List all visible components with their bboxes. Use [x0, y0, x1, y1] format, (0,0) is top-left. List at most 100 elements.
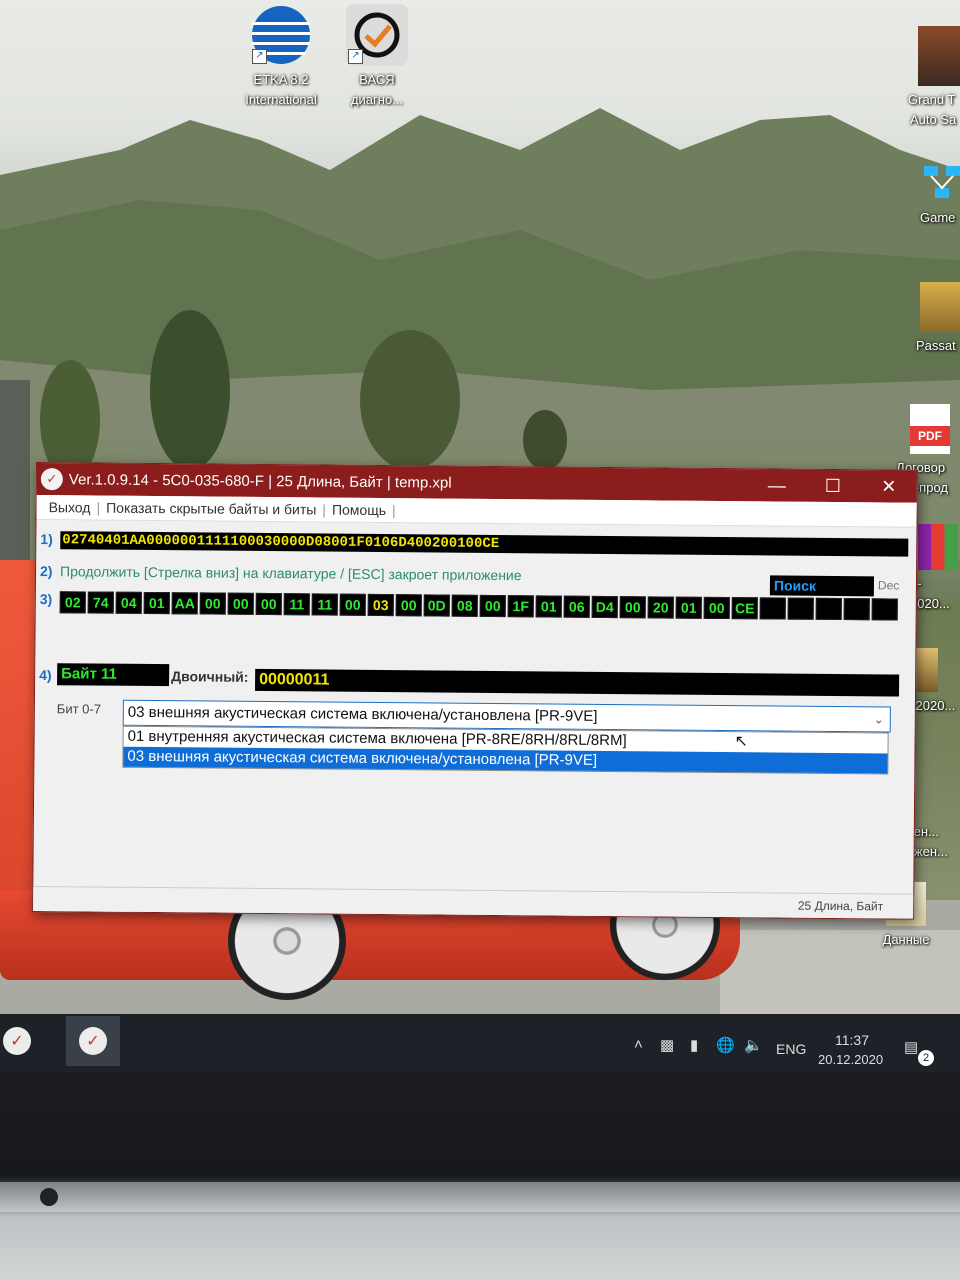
row-number: 3) — [39, 591, 53, 608]
bit-range-label: Бит 0-7 — [56, 701, 102, 717]
taskbar-app-vasya-active[interactable]: ✓ — [66, 1016, 120, 1066]
byte-row: 02 74 04 01 AA 00 00 00 11 11 00 03 00 0D 08 00 1F 01 06 D4… — [59, 591, 898, 621]
byte-cell[interactable]: 08 — [451, 594, 478, 617]
status-text: 25 Длина, Байт — [797, 898, 884, 914]
byte-cell[interactable]: 04 — [115, 591, 142, 614]
byte-cell-empty[interactable] — [759, 597, 786, 620]
taskbar-app-vasya[interactable]: ✓ — [0, 1016, 44, 1066]
pdf-file-icon: PDF — [910, 404, 950, 454]
app-logo-icon: ✓ — [40, 468, 63, 491]
desktop-icon-vasya[interactable]: ↗ ВАСЯ диагно... — [322, 4, 432, 110]
globe-icon: ↗ — [250, 4, 312, 66]
binary-label: Двоичный: — [171, 668, 249, 685]
byte-cell-empty[interactable] — [843, 598, 870, 621]
row-number: 4) — [39, 667, 52, 684]
desktop-icon-label: диагно... — [350, 92, 404, 107]
desktop-icon-label: Auto Sa — [910, 112, 957, 127]
chevron-down-icon[interactable]: ⌄ — [874, 707, 884, 731]
byte-cell[interactable]: 00 — [255, 592, 282, 616]
byte-cell[interactable]: 20 — [647, 596, 674, 619]
byte-cell-empty[interactable] — [787, 597, 814, 620]
shortcut-arrow-icon: ↗ — [252, 49, 267, 64]
vasya-logo-icon: ✓ — [79, 1027, 107, 1055]
byte-cell[interactable]: 11 — [283, 593, 310, 616]
byte-cell[interactable]: 02 — [59, 591, 86, 614]
byte-cell[interactable]: 1F — [507, 595, 534, 618]
byte-cell[interactable]: 00 — [703, 596, 730, 620]
desktop-icon-grand[interactable]: Grand T Auto Sa — [892, 26, 960, 130]
byte-cell[interactable]: 01 — [535, 595, 562, 618]
shortcut-arrow-icon: ↗ — [348, 49, 363, 64]
byte-cell[interactable]: 00 — [199, 592, 226, 615]
notification-count-badge: 2 — [918, 1050, 934, 1066]
clock-date[interactable]: 20.12.2020 — [818, 1052, 883, 1067]
close-button[interactable]: ✕ — [861, 470, 917, 502]
byte-cell[interactable]: 06 — [563, 595, 590, 618]
menu-item-help[interactable]: Помощь — [326, 502, 392, 519]
app-window: ✓ Ver.1.0.9.14 - 5C0-035-680-F | 25 Длин… — [32, 462, 918, 920]
taskbar: ✓ ✓ ˄ ▩ ▮ 🌐 🔈 ENG 11:37 20.12.2020 ▤ 2 — [0, 1014, 960, 1072]
row-number: 2) — [39, 563, 53, 580]
laptop-bezel — [0, 1072, 960, 1280]
dec-label: Dec — [877, 578, 900, 593]
folder-photo-icon — [920, 282, 960, 332]
notification-center-icon[interactable]: ▤ — [904, 1038, 918, 1056]
selected-byte-label: Байт 11 — [57, 663, 170, 687]
dropdown-list: 01 внутренняя акустическая система включ… — [122, 725, 889, 775]
search-input[interactable]: Поиск — [769, 575, 875, 597]
game-cover-icon — [918, 26, 960, 86]
volume-icon[interactable]: 🔈 — [744, 1036, 763, 1054]
byte-cell[interactable]: 00 — [479, 594, 506, 618]
byte-cell[interactable]: 03 — [367, 593, 394, 617]
mouse-cursor-icon: ↖ — [734, 733, 749, 751]
webcam-icon — [40, 1188, 58, 1206]
byte-cell[interactable]: CE — [731, 597, 758, 620]
byte-cell-empty[interactable] — [871, 598, 898, 621]
row-number: 1) — [40, 531, 53, 548]
menu-item-exit[interactable]: Выход — [43, 499, 97, 515]
bit-select-value: 03 внешняя акустическая система включена… — [127, 703, 598, 725]
laptop-hinge — [0, 1182, 960, 1212]
binary-value-field[interactable]: 00000011 — [255, 668, 900, 697]
byte-cell[interactable]: 00 — [395, 594, 422, 617]
show-hidden-icons-chevron-icon[interactable]: ˄ — [634, 1036, 643, 1053]
desktop-icon-game[interactable]: Game — [912, 160, 960, 228]
byte-cell[interactable]: 01 — [675, 596, 702, 619]
desktop-icon-label: ВАСЯ — [359, 72, 395, 87]
instruction-text: Продолжить [Стрелка вниз] на клавиатуре … — [59, 563, 522, 584]
battery-icon[interactable]: ▮ — [690, 1036, 698, 1054]
byte-cell[interactable]: 01 — [143, 591, 170, 615]
desktop-icon-label: Passat — [916, 338, 956, 353]
menu-item-show-hidden[interactable]: Показать скрытые байты и биты — [100, 500, 322, 518]
desktop-icon-label: Game — [920, 210, 956, 225]
clock-time[interactable]: 11:37 — [835, 1032, 869, 1048]
byte-cell[interactable]: 00 — [619, 596, 646, 619]
desktop-icon-label: International — [245, 92, 317, 107]
desktop-icon-etka[interactable]: ↗ ETKA 8.2 International — [226, 4, 336, 110]
byte-cell[interactable]: 11 — [311, 593, 338, 616]
byte-cell[interactable]: 00 — [339, 593, 366, 616]
vasya-logo-icon: ✓ — [3, 1027, 31, 1055]
language-indicator[interactable]: ENG — [776, 1041, 806, 1057]
byte-cell[interactable]: 0D — [423, 594, 450, 617]
raw-hex-string[interactable]: 02740401AA0000001111100030000D08001F0106… — [60, 531, 909, 557]
desktop-icon-label: Grand T — [908, 92, 956, 107]
byte-cell[interactable]: D4 — [591, 595, 618, 619]
winrar-icon — [918, 524, 958, 570]
byte-cell[interactable]: 74 — [87, 591, 114, 614]
window-title: Ver.1.0.9.14 - 5C0-035-680-F | 25 Длина,… — [68, 470, 452, 492]
menu-separator: | — [391, 502, 396, 519]
byte-cell[interactable]: 00 — [227, 592, 254, 615]
maximize-button[interactable]: ☐ — [805, 470, 861, 502]
network-icon — [920, 160, 960, 204]
desktop-icon-label: ETKA 8.2 — [253, 72, 309, 87]
vasya-tray-icon[interactable]: ▩ — [660, 1036, 674, 1054]
pdf-badge: PDF — [910, 426, 950, 446]
vasya-logo-icon: ↗ — [346, 4, 408, 66]
minimize-button[interactable]: — — [749, 469, 805, 501]
desktop-icon-label: Данные — [882, 932, 930, 947]
desktop-icon-passat[interactable]: Passat — [912, 282, 960, 356]
globe-network-icon[interactable]: 🌐 — [716, 1036, 735, 1054]
byte-cell[interactable]: AA — [171, 592, 198, 615]
byte-cell-empty[interactable] — [815, 597, 842, 621]
